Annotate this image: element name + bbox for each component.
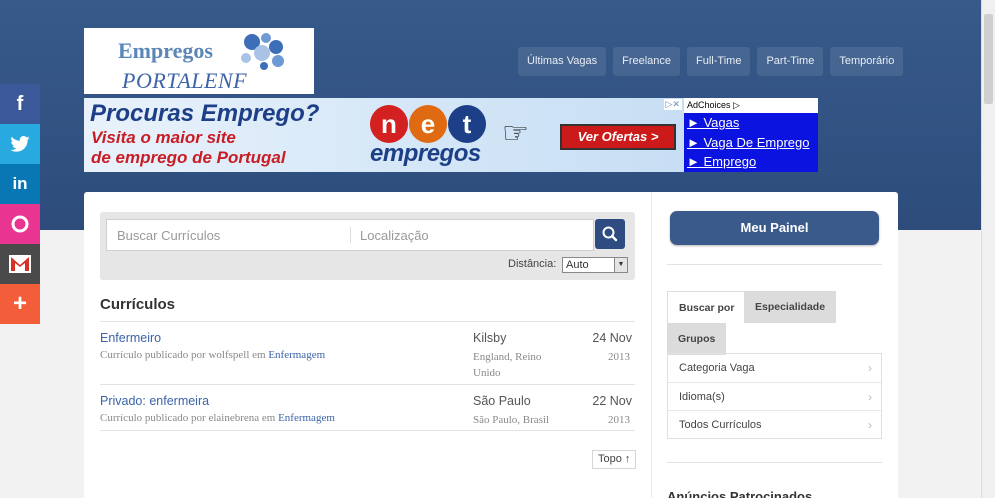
- tab-especialidade[interactable]: Especialidade: [744, 291, 837, 323]
- divider: [100, 384, 635, 385]
- banner-cta-button[interactable]: Ver Ofertas >: [560, 124, 676, 150]
- chevron-down-icon: ▼: [614, 258, 627, 272]
- resume-meta: Currículo publicado por wolfspell em Enf…: [100, 349, 326, 361]
- logo-line2: PORTALENF: [122, 68, 248, 93]
- main-nav: Últimas Vagas Freelance Full-Time Part-T…: [518, 47, 904, 76]
- resume-year: 2013: [608, 414, 630, 426]
- orkut-icon[interactable]: [0, 204, 40, 244]
- facebook-icon[interactable]: f: [0, 84, 40, 124]
- banner-net-letter-t: t: [463, 109, 472, 139]
- page-scrollbar[interactable]: [981, 0, 995, 498]
- ad-link-vaga-de-emprego[interactable]: ► Vaga De Emprego: [684, 133, 818, 153]
- resumes-title: Currículos: [100, 296, 176, 313]
- menu-item-idiomas[interactable]: Idioma(s) ›: [668, 382, 881, 410]
- banner-net-logo: n e t: [370, 105, 486, 143]
- nav-full-time[interactable]: Full-Time: [687, 47, 751, 76]
- pointing-hand-icon: ☞: [502, 117, 529, 150]
- keyword-search-input[interactable]: [117, 220, 342, 250]
- search-field-divider: [350, 227, 351, 243]
- nav-freelance[interactable]: Freelance: [613, 47, 681, 76]
- resume-date: 22 Nov: [592, 394, 632, 408]
- logo-line1: Empregos: [118, 38, 213, 63]
- sidebar-separator: [651, 192, 652, 498]
- ad-close-icon[interactable]: ▷✕: [663, 99, 682, 110]
- tab-buscar-por[interactable]: Buscar por: [667, 291, 747, 323]
- resume-row[interactable]: Privado: enfermeira Currículo publicado …: [100, 386, 635, 436]
- resume-row[interactable]: Enfermeiro Currículo publicado por wolfs…: [100, 323, 635, 379]
- scrollbar-thumb[interactable]: [984, 14, 993, 104]
- resume-meta: Currículo publicado por elainebrena em E…: [100, 412, 335, 424]
- resume-category-link[interactable]: Enfermagem: [278, 412, 335, 424]
- nav-ultimas-vagas[interactable]: Últimas Vagas: [518, 47, 607, 76]
- chevron-right-icon: ›: [868, 390, 872, 404]
- divider: [667, 264, 882, 265]
- resume-region: England, Reino Unido: [473, 351, 542, 379]
- site-logo[interactable]: Empregos PORTALENF: [84, 28, 314, 94]
- tab-grupos[interactable]: Grupos: [667, 323, 727, 355]
- netempregos-banner-ad[interactable]: Procuras Emprego? Visita o maior site de …: [84, 98, 684, 172]
- logo-bubbles-icon: [241, 33, 284, 70]
- twitter-icon[interactable]: [0, 124, 40, 164]
- banner-net-letter-e: e: [421, 109, 435, 139]
- resume-search-form: Distância: Auto▼: [100, 212, 635, 280]
- linkedin-icon[interactable]: in: [0, 164, 40, 204]
- banner-brand-bottom: empregos: [370, 140, 481, 167]
- divider: [667, 462, 882, 463]
- nav-part-time[interactable]: Part-Time: [757, 47, 824, 76]
- resume-city: Kilsby: [473, 331, 507, 345]
- banner-headline: Procuras Emprego?: [90, 100, 320, 127]
- share-more-icon[interactable]: +: [0, 284, 40, 324]
- resume-city: São Paulo: [473, 394, 531, 408]
- my-panel-button[interactable]: Meu Painel: [670, 211, 879, 245]
- banner-net-letter-n: n: [381, 109, 397, 139]
- ad-link-vagas[interactable]: ► Vagas: [684, 113, 818, 133]
- gmail-icon[interactable]: [0, 244, 40, 284]
- distance-select[interactable]: Auto ▼: [562, 257, 628, 273]
- search-icon: [602, 226, 618, 242]
- ad-link-emprego[interactable]: ► Emprego: [684, 152, 818, 172]
- banner-subline: Visita o maior site de emprego de Portuga…: [91, 128, 286, 167]
- social-share-bar: f in +: [0, 84, 40, 324]
- adchoices-label[interactable]: AdChoices ▷: [684, 98, 818, 113]
- nav-temporario[interactable]: Temporário: [830, 47, 904, 76]
- menu-item-todos-curriculos[interactable]: Todos Currículos ›: [668, 410, 881, 438]
- chevron-right-icon: ›: [868, 418, 872, 432]
- divider: [100, 430, 635, 431]
- resume-region: São Paulo, Brasil: [473, 414, 550, 426]
- back-to-top-button[interactable]: Topo ↑: [592, 450, 637, 469]
- divider: [100, 321, 635, 322]
- sponsored-ads-title: Anúncios Patrocinados: [667, 489, 813, 498]
- resume-category-link[interactable]: Enfermagem: [268, 349, 325, 361]
- search-field-group: [106, 219, 594, 251]
- location-search-input[interactable]: [360, 220, 590, 250]
- menu-item-categoria-vaga[interactable]: Categoria Vaga ›: [668, 354, 881, 382]
- resume-title-link[interactable]: Privado: enfermeira: [100, 394, 209, 408]
- chevron-right-icon: ›: [868, 361, 872, 375]
- resume-year: 2013: [608, 351, 630, 363]
- distance-label: Distância:: [508, 258, 557, 270]
- resume-date: 24 Nov: [592, 331, 632, 345]
- search-button[interactable]: [595, 219, 625, 249]
- browse-menu: Categoria Vaga › Idioma(s) › Todos Currícu…: [667, 353, 882, 439]
- resume-title-link[interactable]: Enfermeiro: [100, 331, 161, 345]
- text-ad-box: AdChoices ▷ ► Vagas ► Vaga De Emprego ► …: [684, 98, 818, 172]
- main-card: Distância: Auto▼ Currículos Enfermeiro C…: [84, 192, 898, 498]
